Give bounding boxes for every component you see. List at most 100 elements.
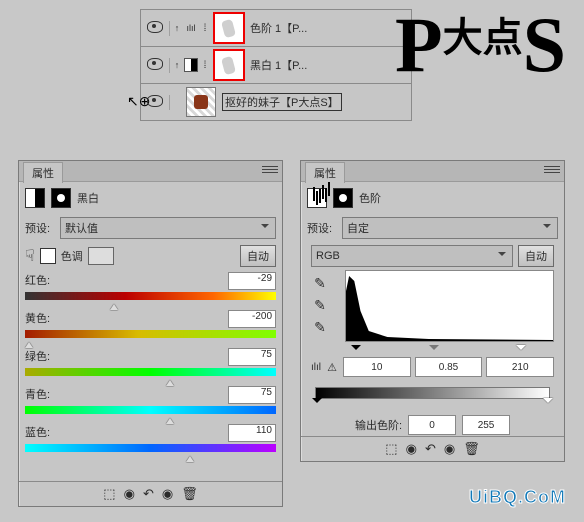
- preset-label: 预设:: [25, 220, 55, 236]
- visibility-toggle[interactable]: [141, 58, 170, 73]
- auto-button[interactable]: 自动: [518, 245, 554, 267]
- layer-name: 黑白 1【P...: [250, 57, 307, 73]
- layer-row-bw[interactable]: ↑ ⁞ 黑白 1【P...: [141, 46, 411, 83]
- panel-title: 黑白: [77, 190, 99, 206]
- eyedropper-white-icon[interactable]: ✎: [311, 318, 329, 336]
- channel-select[interactable]: RGB: [311, 245, 513, 267]
- histogram-icon: ılıl: [184, 23, 198, 33]
- output-label: 输出色阶:: [355, 417, 402, 433]
- layer-mask[interactable]: [214, 50, 244, 80]
- slider-red[interactable]: 红色:-29: [25, 272, 276, 300]
- output-black-field[interactable]: 0: [408, 415, 456, 435]
- visibility-toggle[interactable]: [141, 21, 170, 36]
- layer-thumbnail[interactable]: [186, 87, 216, 117]
- input-black-field[interactable]: 10: [343, 357, 411, 377]
- mask-icon[interactable]: [333, 188, 353, 208]
- link-icon: ⁞: [198, 60, 212, 71]
- target-adjust-icon[interactable]: ☟: [25, 246, 35, 266]
- slider-yellow[interactable]: 黄色:-200: [25, 310, 276, 338]
- tab-properties[interactable]: 属性: [305, 162, 345, 183]
- output-black-handle[interactable]: [312, 398, 322, 408]
- trash-icon[interactable]: 🗑: [463, 441, 480, 457]
- gradient-track: [25, 368, 276, 376]
- tint-swatch[interactable]: [88, 247, 114, 265]
- trash-icon[interactable]: 🗑: [181, 486, 198, 502]
- view-prev-icon[interactable]: ◉: [124, 486, 135, 502]
- visibility-icon[interactable]: ◉: [162, 486, 173, 502]
- eye-icon: [147, 58, 163, 70]
- panel-tabs: 属性: [301, 161, 564, 182]
- panel-menu-icon[interactable]: [544, 164, 560, 178]
- logo-text: P大点S: [395, 10, 566, 80]
- panel-title: 色阶: [359, 190, 381, 206]
- output-gradient[interactable]: [315, 387, 550, 399]
- slider-cyan[interactable]: 青色:75: [25, 386, 276, 414]
- eye-icon: [147, 21, 163, 33]
- layer-row-levels[interactable]: ↑ ılıl ⁞ 色阶 1【P...: [141, 9, 411, 46]
- panel-header: 黑白: [19, 182, 282, 214]
- view-prev-icon[interactable]: ◉: [406, 441, 417, 457]
- value-input[interactable]: 75: [228, 348, 276, 366]
- panel-footer: ⬚ ◉ ↶ ◉ 🗑: [301, 436, 564, 461]
- slider-blue[interactable]: 蓝色:110: [25, 424, 276, 452]
- slider-handle[interactable]: [166, 414, 174, 424]
- bw-adjustment-icon: [25, 188, 45, 208]
- slider-handle[interactable]: [110, 300, 118, 310]
- link-icon: ⁞: [198, 23, 212, 34]
- tab-properties[interactable]: 属性: [23, 162, 63, 183]
- watermark: UiBQ.CoM: [469, 487, 566, 508]
- value-input[interactable]: 75: [228, 386, 276, 404]
- input-gamma-field[interactable]: 0.85: [415, 357, 483, 377]
- layer-name: 色阶 1【P...: [250, 20, 307, 36]
- value-input[interactable]: 110: [228, 424, 276, 442]
- slider-green[interactable]: 绿色:75: [25, 348, 276, 376]
- panel-menu-icon[interactable]: [262, 164, 278, 178]
- layer-name[interactable]: 抠好的妹子【P大点S】: [222, 93, 342, 111]
- preset-label: 预设:: [307, 220, 337, 236]
- value-input[interactable]: -29: [228, 272, 276, 290]
- layer-row-image[interactable]: ↖⊕ 抠好的妹子【P大点S】: [141, 83, 411, 120]
- bw-properties-panel: 属性 黑白 预设: 默认值 ☟ 色调 自动 红色:-29 黄色:-200 绿色:…: [18, 160, 283, 507]
- slider-handle[interactable]: [25, 338, 33, 348]
- input-slider[interactable]: [345, 345, 554, 355]
- auto-button[interactable]: 自动: [240, 245, 276, 267]
- gradient-track: [25, 444, 276, 452]
- reset-icon[interactable]: ↶: [143, 486, 154, 502]
- clip-icon[interactable]: ⬚: [103, 486, 115, 502]
- eyedropper-group: ✎ ✎ ✎: [311, 270, 339, 355]
- output-white-handle[interactable]: [543, 398, 553, 408]
- tint-label: 色调: [61, 248, 83, 264]
- visibility-icon[interactable]: ◉: [444, 441, 455, 457]
- levels-adjustment-icon: [307, 188, 327, 208]
- panel-header: 色阶: [301, 182, 564, 214]
- panel-tabs: 属性: [19, 161, 282, 182]
- eyedropper-gray-icon[interactable]: ✎: [311, 296, 329, 314]
- clip-icon[interactable]: ⬚: [385, 441, 397, 457]
- layer-mask[interactable]: [214, 13, 244, 43]
- preset-select[interactable]: 自定: [342, 217, 558, 239]
- panel-footer: ⬚ ◉ ↶ ◉ 🗑: [19, 481, 282, 506]
- reset-icon[interactable]: ↶: [425, 441, 436, 457]
- bw-icon: [184, 58, 198, 72]
- slider-handle[interactable]: [166, 376, 174, 386]
- eye-icon: [147, 95, 163, 107]
- levels-properties-panel: 属性 色阶 预设: 自定 RGB 自动 ✎ ✎ ✎ ı: [300, 160, 565, 462]
- slider-handle[interactable]: [186, 452, 194, 462]
- mask-icon[interactable]: [51, 188, 71, 208]
- warning-icon[interactable]: ⚠: [325, 361, 339, 374]
- eyedropper-black-icon[interactable]: ✎: [311, 274, 329, 292]
- histogram: [345, 270, 554, 342]
- black-point-handle[interactable]: [351, 345, 361, 355]
- value-input[interactable]: -200: [228, 310, 276, 328]
- gradient-track: [25, 330, 276, 338]
- layers-panel: ↑ ılıl ⁞ 色阶 1【P... ↑ ⁞ 黑白 1【P... ↖⊕ 抠好的妹…: [140, 9, 412, 121]
- tint-checkbox[interactable]: [40, 248, 56, 264]
- gray-point-handle[interactable]: [429, 345, 439, 355]
- white-point-handle[interactable]: [516, 345, 526, 355]
- preset-select[interactable]: 默认值: [60, 217, 276, 239]
- histogram-mini-icon: ılıl: [311, 362, 321, 373]
- output-white-field[interactable]: 255: [462, 415, 510, 435]
- input-white-field[interactable]: 210: [486, 357, 554, 377]
- gradient-track: [25, 292, 276, 300]
- gradient-track: [25, 406, 276, 414]
